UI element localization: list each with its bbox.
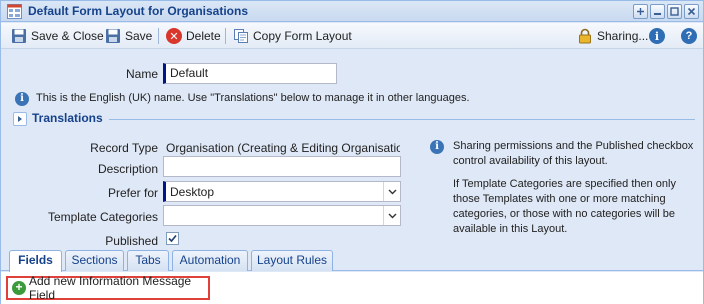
help-button[interactable]: ? [681, 27, 697, 45]
delete-label: Delete [186, 29, 221, 43]
description-field[interactable] [163, 156, 401, 177]
info-line-4: those Templates with one or more matchin… [453, 193, 666, 205]
chevron-down-icon[interactable] [383, 206, 400, 225]
tab-tabs[interactable]: Tabs [127, 250, 169, 271]
save-close-button[interactable]: Save & Close [11, 27, 104, 45]
window-title: Default Form Layout for Organisations [28, 4, 249, 18]
info-line-3: If Template Categories are specified the… [453, 178, 676, 190]
maximize-icon[interactable] [667, 4, 682, 19]
save-button[interactable]: Save [105, 27, 152, 45]
info-line-6: available in this Layout. [453, 223, 568, 235]
delete-button[interactable]: ✕ Delete [166, 27, 221, 45]
record-type-label: Record Type [90, 141, 158, 155]
prefer-for-value: Desktop [170, 185, 215, 199]
copy-form-layout-button[interactable]: Copy Form Layout [233, 27, 352, 45]
form-body: Name Default i This is the English (UK) … [1, 50, 703, 304]
published-label: Published [105, 234, 158, 248]
save-close-icon [12, 29, 26, 43]
delete-icon: ✕ [166, 28, 182, 44]
title-bar: Default Form Layout for Organisations [1, 1, 703, 22]
expand-toggle[interactable] [13, 112, 27, 126]
prefer-for-select[interactable]: Desktop [163, 181, 401, 202]
info-button[interactable]: i [649, 27, 665, 45]
name-note: This is the English (UK) name. Use "Tran… [36, 92, 470, 104]
template-categories-select[interactable] [163, 205, 401, 226]
name-label: Name [125, 67, 158, 81]
info-line-5: categories, or those with no categories … [453, 208, 675, 220]
template-categories-label: Template Categories [47, 210, 158, 224]
info-line-2: control availability of this layout. [453, 155, 608, 167]
record-type-value: Organisation (Creating & Editing Organis… [166, 141, 400, 155]
tab-automation[interactable]: Automation [172, 250, 248, 271]
window-controls [633, 4, 699, 19]
checkmark-icon [168, 234, 177, 243]
pin-icon[interactable] [633, 4, 648, 19]
add-information-message-field-button[interactable]: + Add new Information Message Field [6, 274, 210, 302]
tab-layout-rules[interactable]: Layout Rules [251, 250, 333, 271]
info-line-1: Sharing permissions and the Published ch… [453, 140, 694, 152]
toolbar: Save & Close Save ✕ Delete Copy Form Lay… [1, 23, 703, 49]
section-divider [109, 119, 695, 120]
sharing-label: Sharing... [597, 29, 649, 43]
chevron-down-icon[interactable] [383, 182, 400, 201]
add-information-message-field-label: Add new Information Message Field [29, 274, 192, 302]
lock-icon [579, 28, 591, 44]
translations-section-header[interactable]: Translations [1, 110, 703, 127]
layout-tabs: Fields Sections Tabs Automation Layout R… [1, 247, 703, 272]
toolbar-separator [225, 28, 226, 44]
form-layout-window: Default Form Layout for Organisations Sa… [0, 0, 704, 304]
minimize-icon[interactable] [650, 4, 665, 19]
description-label: Description [97, 162, 158, 176]
sharing-button[interactable]: Sharing... [577, 27, 648, 45]
save-label: Save [125, 29, 153, 43]
tab-fields[interactable]: Fields [9, 250, 62, 272]
save-close-label: Save & Close [31, 29, 104, 43]
toolbar-separator [158, 28, 159, 44]
help-icon: ? [681, 28, 697, 44]
tab-sections[interactable]: Sections [65, 250, 124, 271]
prefer-for-label: Prefer for [107, 186, 158, 200]
name-field[interactable]: Default [163, 63, 337, 84]
copy-form-layout-label: Copy Form Layout [253, 29, 352, 43]
form-layout-icon [7, 4, 22, 19]
published-checkbox[interactable] [166, 232, 179, 245]
save-icon [106, 29, 120, 43]
add-icon: + [12, 281, 26, 295]
translations-title: Translations [32, 111, 103, 125]
info-icon: i [15, 92, 29, 106]
info-icon: i [649, 28, 665, 44]
info-icon: i [430, 140, 444, 154]
chevron-right-icon [18, 116, 22, 122]
fields-tab-panel: + Add new Information Message Field [1, 272, 703, 304]
close-icon[interactable] [684, 4, 699, 19]
copy-icon [234, 29, 248, 43]
